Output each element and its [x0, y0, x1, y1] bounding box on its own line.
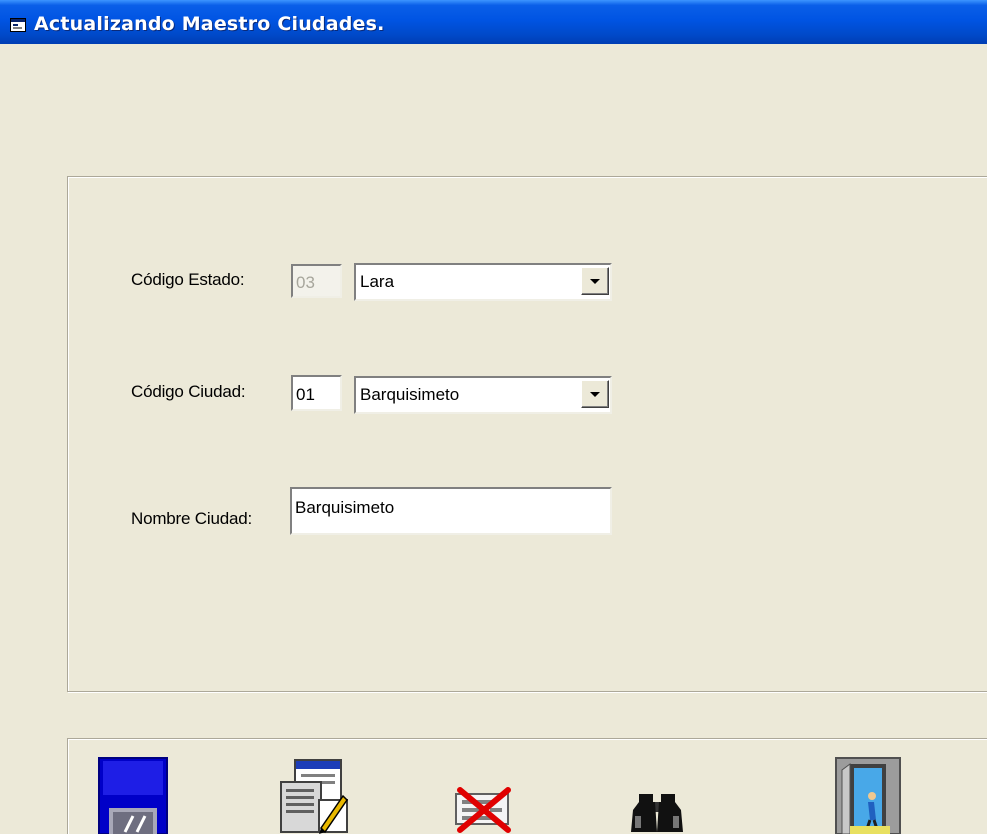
ciudad-label: Código Ciudad: — [131, 382, 246, 401]
city-form-group — [67, 176, 987, 692]
ciudad-code-field[interactable]: 01 — [291, 375, 342, 411]
nombre-label: Nombre Ciudad: — [131, 509, 252, 528]
estado-code-field: 03 — [291, 264, 342, 298]
save-disk-icon — [98, 757, 168, 834]
delete-icon — [455, 787, 511, 833]
chevron-down-icon — [590, 278, 600, 284]
edit-form-icon — [280, 759, 348, 834]
search-button[interactable] — [627, 756, 699, 834]
save-button[interactable] — [97, 756, 169, 834]
edit-button[interactable] — [277, 756, 349, 834]
estado-selected-value: Lara — [360, 272, 395, 291]
exit-door-icon — [835, 757, 901, 834]
ciudad-selected-value: Barquisimeto — [360, 385, 460, 404]
window-title: Actualizando Maestro Ciudades. — [34, 13, 385, 35]
ciudad-select[interactable]: Barquisimeto — [354, 376, 612, 414]
binoculars-icon — [631, 794, 683, 832]
estado-label: Código Estado: — [131, 270, 245, 289]
ciudad-dropdown-button[interactable] — [581, 380, 609, 408]
nombre-ciudad-input[interactable]: Barquisimeto — [290, 487, 612, 535]
delete-button[interactable] — [450, 756, 522, 834]
title-bar[interactable]: Actualizando Maestro Ciudades. — [0, 0, 987, 44]
exit-button[interactable] — [834, 756, 906, 834]
chevron-down-icon — [590, 391, 600, 397]
estado-dropdown-button[interactable] — [581, 267, 609, 295]
estado-select[interactable]: Lara — [354, 263, 612, 301]
form-window-icon[interactable] — [10, 18, 26, 32]
